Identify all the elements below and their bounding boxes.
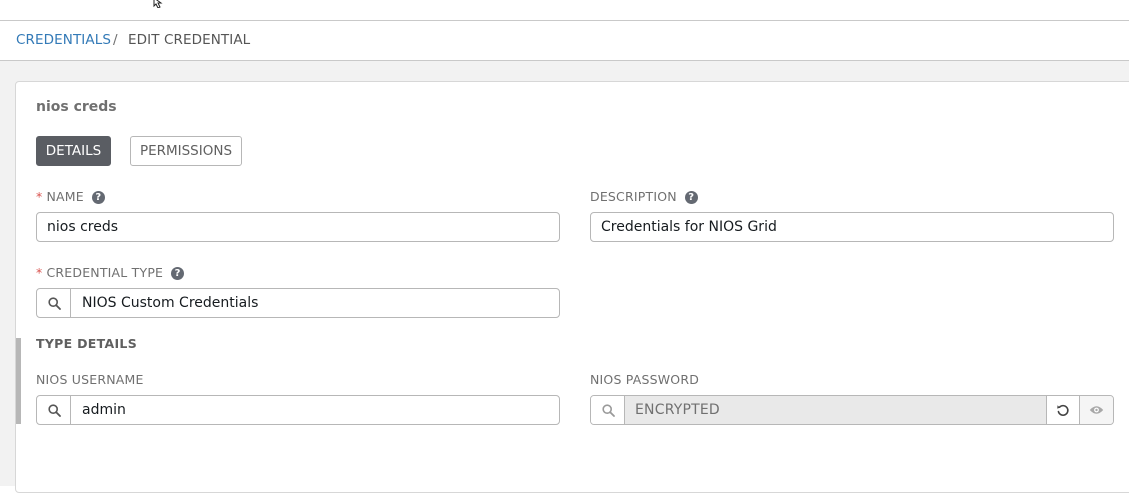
undo-icon (1057, 404, 1069, 416)
nios-username-value: admin (82, 402, 126, 418)
search-icon (602, 404, 615, 417)
top-bar (0, 0, 1129, 21)
username-lookup-button[interactable] (37, 396, 71, 424)
question-circle-icon[interactable]: ? (684, 191, 698, 204)
breadcrumb-separator: / (113, 32, 118, 48)
password-lookup-button (591, 396, 625, 424)
nios-password-label: NIOS PASSWORD (590, 372, 700, 387)
description-label-text: DESCRIPTION (590, 189, 677, 204)
breadcrumb-credentials-link[interactable]: CREDENTIALS (16, 21, 111, 60)
breadcrumb: CREDENTIALS / EDIT CREDENTIAL (0, 21, 1129, 61)
credential-type-input[interactable]: NIOS Custom Credentials (36, 288, 560, 318)
credential-type-value: NIOS Custom Credentials (82, 295, 259, 311)
tab-details[interactable]: DETAILS (36, 136, 111, 166)
name-label: * NAME? (36, 189, 105, 204)
required-marker: * (36, 265, 43, 280)
mouse-cursor-icon (153, 0, 163, 8)
nios-password-input: ENCRYPTED (590, 395, 1114, 425)
description-label: DESCRIPTION? (590, 189, 698, 204)
tab-permissions[interactable]: PERMISSIONS (130, 136, 242, 166)
name-input-value: nios creds (47, 219, 119, 235)
required-marker: * (36, 189, 43, 204)
nios-username-label: NIOS USERNAME (36, 372, 144, 387)
name-label-text: NAME (46, 189, 84, 204)
question-circle-icon[interactable]: ? (91, 191, 105, 204)
name-input[interactable]: nios creds (36, 212, 560, 242)
credential-type-lookup-button[interactable] (37, 289, 71, 317)
description-input-value: Credentials for NIOS Grid (601, 219, 777, 235)
password-reveal-button[interactable] (1079, 396, 1113, 424)
question-circle-icon[interactable]: ? (171, 267, 185, 280)
description-input[interactable]: Credentials for NIOS Grid (590, 212, 1114, 242)
credential-type-label: * CREDENTIAL TYPE? (36, 265, 185, 280)
search-icon (48, 297, 61, 310)
eye-icon (1089, 406, 1104, 414)
type-details-indicator (16, 338, 21, 424)
nios-password-value: ENCRYPTED (625, 396, 1046, 424)
panel-title: nios creds (36, 99, 117, 115)
breadcrumb-current: EDIT CREDENTIAL (128, 32, 251, 48)
password-revert-button[interactable] (1046, 396, 1079, 424)
credential-type-label-text: CREDENTIAL TYPE (46, 265, 164, 280)
nios-username-input[interactable]: admin (36, 395, 560, 425)
search-icon (48, 404, 61, 417)
type-details-title: TYPE DETAILS (36, 336, 137, 351)
